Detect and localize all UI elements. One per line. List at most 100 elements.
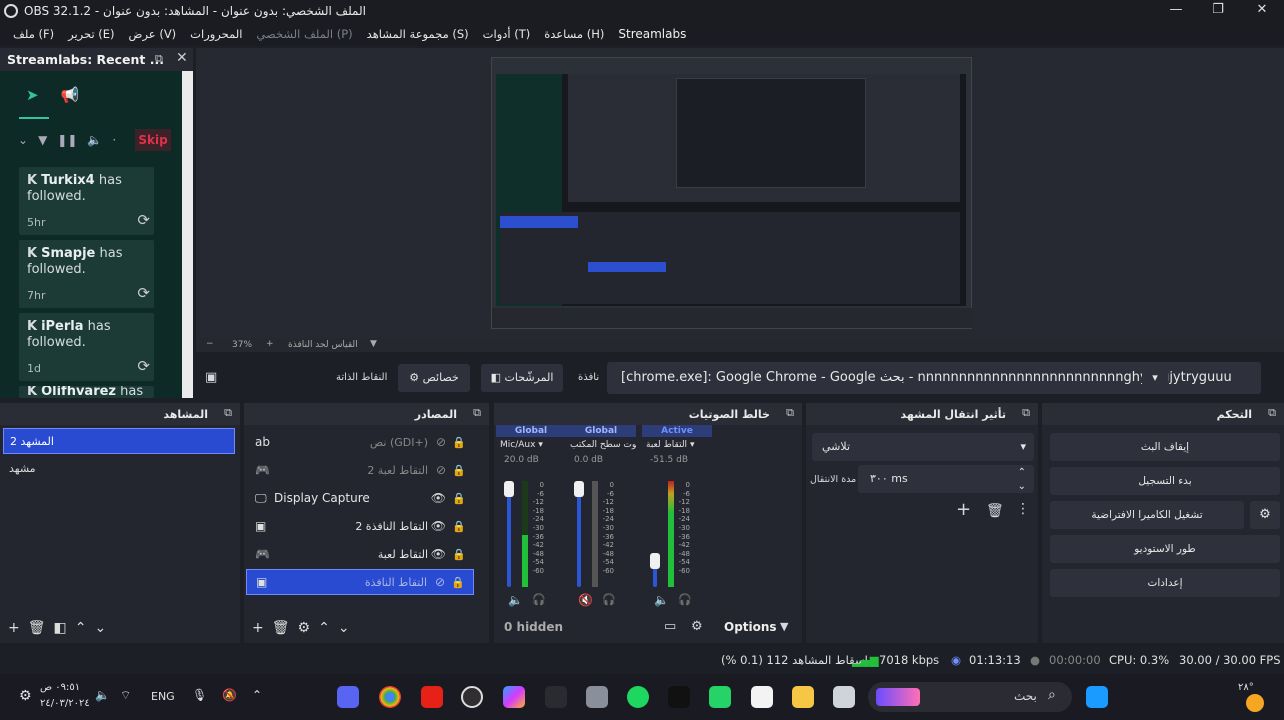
filter-icon[interactable]: ▼ [38, 133, 47, 147]
headphones-icon[interactable]: 🎧 [602, 593, 616, 606]
lock-icon[interactable]: 🔒 [451, 576, 465, 589]
menu-profile[interactable]: الملف الشخصي (P) [249, 27, 359, 41]
settings-icon[interactable]: ⚙ [19, 688, 32, 704]
volume-icon[interactable]: 🔈 [95, 688, 110, 702]
menu-streamlabs[interactable]: Streamlabs [611, 27, 693, 41]
chevron-down-icon[interactable]: ▾ [690, 440, 695, 450]
eye-icon[interactable]: 👁 [431, 547, 446, 561]
volume-icon[interactable]: 🔈 [508, 593, 523, 607]
advanced-audio-icon[interactable]: ⚙ [691, 619, 703, 634]
float-dock-icon[interactable]: ⧉ [1022, 406, 1030, 420]
move-down-icon[interactable]: ⌄ [338, 620, 350, 636]
source-item[interactable]: ▣ التقاط النافذة 2 👁 🔒 [246, 513, 474, 539]
move-up-icon[interactable]: ⌃ [318, 620, 330, 636]
properties-button[interactable]: ⚙ خصائص [398, 364, 470, 392]
source-properties-icon[interactable]: ⚙ [298, 620, 311, 636]
menu-docks[interactable]: المحرورات [183, 27, 249, 41]
menu-view[interactable]: عرض (V) [122, 27, 184, 41]
wifi-icon[interactable]: ⌔ [120, 688, 131, 703]
preview-area[interactable] [196, 48, 1284, 338]
hidden-count[interactable]: 0 hidden [504, 620, 563, 634]
filters-button[interactable]: ◧ المرشّحات [481, 364, 563, 392]
youtube-icon[interactable] [421, 686, 443, 708]
language-indicator[interactable]: ENG [151, 690, 175, 703]
chevron-down-icon[interactable]: ⌄ [18, 133, 28, 147]
float-dock-icon[interactable]: ⧉ [155, 52, 163, 66]
lock-icon[interactable]: 🔒 [452, 520, 466, 533]
float-dock-icon[interactable]: ⧉ [473, 406, 481, 420]
channel-name[interactable]: التقاط لعبة [646, 440, 687, 450]
scene-item[interactable]: المشهد 2 [3, 428, 235, 454]
move-up-icon[interactable]: ⌃ [75, 620, 87, 636]
bell-off-icon[interactable]: 🔕 [222, 688, 237, 702]
close-button[interactable]: ✕ [1240, 0, 1284, 22]
copilot-icon[interactable] [503, 686, 525, 708]
more-icon[interactable]: ⋮ [1016, 501, 1030, 517]
menu-help[interactable]: مساعدة (H) [537, 27, 611, 41]
window-select-chevron-down-icon[interactable]: ▾ [1142, 362, 1168, 394]
layout-icon[interactable]: ▭ [664, 619, 676, 634]
dock-scrollbar[interactable] [182, 71, 193, 398]
pause-icon[interactable]: ❚❚ [57, 133, 77, 147]
tiktok-icon[interactable] [668, 686, 690, 708]
source-item[interactable]: 🖵 Display Capture 👁 🔒 [246, 485, 474, 511]
app-icon[interactable] [545, 686, 567, 708]
fader-knob[interactable] [650, 553, 660, 569]
channel-name[interactable]: Mic/Aux [500, 440, 535, 450]
volume-icon[interactable]: 🔈 [654, 593, 669, 607]
microphone-icon[interactable]: 🎙 [192, 688, 207, 702]
volume-icon[interactable]: 🔈 [87, 133, 102, 147]
fader-knob[interactable] [504, 481, 514, 497]
options-chevron-down-icon[interactable]: ▼ [780, 620, 788, 633]
start-recording-button[interactable]: بدء التسجيل [1050, 467, 1280, 495]
lock-icon[interactable]: 🔒 [452, 492, 466, 505]
clock-date[interactable]: ٢٤/٠٣/٢٠٢٤ [40, 698, 90, 709]
maximize-button[interactable]: ❐ [1196, 0, 1240, 22]
source-item[interactable]: 🎮 التقاط لعبة 👁 🔒 [246, 541, 474, 567]
menu-tools[interactable]: أدوات (T) [476, 27, 538, 41]
float-dock-icon[interactable]: ⧉ [224, 406, 232, 420]
headphones-icon[interactable]: 🎧 [532, 593, 546, 606]
transition-select[interactable]: تلاشي ▾ [812, 433, 1034, 461]
zoom-in-icon[interactable]: + [266, 339, 274, 349]
send-icon[interactable]: ➤ [26, 86, 39, 104]
source-item-selected[interactable]: ▣ التقاط النافذة ⊘ 🔒 [246, 569, 474, 595]
search-box[interactable]: بحث ⌕ [868, 682, 1072, 712]
settings-app-icon[interactable] [586, 686, 608, 708]
replay-icon[interactable]: ⟳ [137, 284, 150, 302]
close-dock-icon[interactable]: ✕ [176, 50, 188, 66]
headphones-icon[interactable]: 🎧 [678, 593, 692, 606]
store-icon[interactable] [751, 686, 773, 708]
eye-icon[interactable]: 👁 [431, 491, 446, 505]
minimize-button[interactable]: — [1154, 0, 1198, 22]
obs-taskbar-icon[interactable] [461, 686, 483, 708]
chevron-up-icon[interactable]: ⌃ [252, 688, 262, 702]
chrome-icon[interactable] [379, 686, 401, 708]
remove-transition-icon[interactable]: 🗑 [986, 503, 1004, 519]
lock-icon[interactable]: 🔒 [452, 436, 466, 449]
add-scene-icon[interactable]: + [8, 620, 20, 636]
lock-icon[interactable]: 🔒 [452, 548, 466, 561]
scene-item[interactable]: مشهد [3, 456, 235, 482]
eye-hidden-icon[interactable]: ⊘ [436, 463, 446, 477]
menu-scene-collection[interactable]: مجموعة المشاهد (S) [360, 27, 476, 41]
muted-volume-icon[interactable]: 🔇 [578, 593, 593, 607]
fit-label[interactable]: القياس لحد النافذة [288, 340, 358, 350]
file-explorer-icon[interactable] [792, 686, 814, 708]
skip-button[interactable]: Skip [135, 129, 171, 151]
spotify-icon[interactable] [627, 686, 649, 708]
remove-source-icon[interactable]: 🗑 [272, 620, 290, 636]
channel-name[interactable]: صوت سطح المكتب [570, 440, 636, 450]
whatsapp-icon[interactable] [709, 686, 731, 708]
source-item[interactable]: 🎮 التقاط لعبة 2 ⊘ 🔒 [246, 457, 474, 483]
replay-icon[interactable]: ⟳ [137, 211, 150, 229]
eye-hidden-icon[interactable]: ⊘ [436, 435, 446, 449]
add-transition-icon[interactable]: + [956, 499, 971, 520]
lock-icon[interactable]: 🔒 [452, 464, 466, 477]
studio-mode-button[interactable]: طور الاستوديو [1050, 535, 1280, 563]
stop-streaming-button[interactable]: إيقاف البث [1050, 433, 1280, 461]
replay-icon[interactable]: ⟳ [137, 357, 150, 375]
spin-down-icon[interactable]: ⌄ [1018, 473, 1026, 501]
source-item[interactable]: ab نص (GDI+) ⊘ 🔒 [246, 429, 474, 455]
move-down-icon[interactable]: ⌄ [94, 620, 106, 636]
